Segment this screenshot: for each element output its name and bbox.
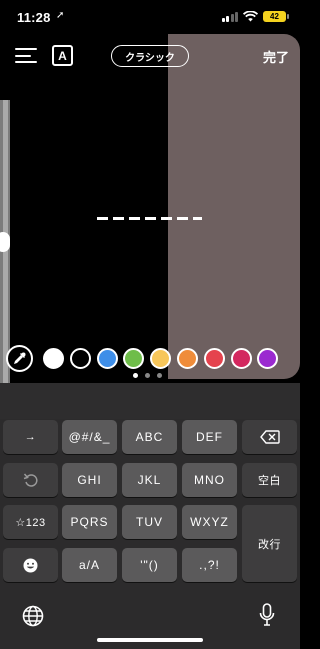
page-dot xyxy=(133,373,138,378)
done-button[interactable]: 完了 xyxy=(263,47,289,66)
color-swatch-pink[interactable] xyxy=(230,347,252,369)
microphone-icon[interactable] xyxy=(259,603,275,627)
keyboard-top-bar xyxy=(0,383,300,419)
keyboard: → @#/&_ ABC DEF GHI JKL MNO 空白 ☆123 PQRS… xyxy=(0,383,300,649)
text-background-button[interactable]: A xyxy=(52,45,73,66)
location-arrow-icon: ➚ xyxy=(56,10,65,21)
key-case-toggle[interactable]: a/A xyxy=(62,548,117,582)
emoji-icon xyxy=(23,558,38,572)
eyedropper-button[interactable] xyxy=(6,344,33,372)
story-card[interactable] xyxy=(10,34,300,379)
color-swatch-white[interactable] xyxy=(43,347,64,369)
text-align-icon[interactable] xyxy=(15,48,37,66)
undo-key[interactable] xyxy=(3,463,58,497)
status-time: 11:28 xyxy=(17,10,51,25)
color-picker xyxy=(6,344,300,372)
color-swatch-orange[interactable] xyxy=(176,347,198,369)
key-def[interactable]: DEF xyxy=(182,420,237,454)
undo-icon xyxy=(23,473,38,487)
story-photo xyxy=(168,34,300,379)
key-pqrs[interactable]: PQRS xyxy=(62,505,117,539)
color-swatch-yellow[interactable] xyxy=(150,347,172,369)
numbers-key[interactable]: ☆123 xyxy=(3,505,58,539)
emoji-key[interactable] xyxy=(3,548,58,582)
text-placeholder-cursor[interactable] xyxy=(97,217,202,220)
key-symbols[interactable]: @#/&_ xyxy=(62,420,117,454)
color-swatch-green[interactable] xyxy=(123,347,145,369)
key-punctuation[interactable]: .,?! xyxy=(182,548,237,582)
key-tuv[interactable]: TUV xyxy=(122,505,177,539)
key-quotes[interactable]: '"() xyxy=(122,548,177,582)
page-dot xyxy=(157,373,162,378)
key-jkl[interactable]: JKL xyxy=(122,463,177,497)
status-indicators: 42 xyxy=(221,11,289,22)
next-candidate-key[interactable]: → xyxy=(3,420,58,454)
home-indicator[interactable] xyxy=(97,638,203,642)
color-page-indicator xyxy=(133,373,162,378)
story-canvas[interactable] xyxy=(0,34,300,384)
globe-icon[interactable] xyxy=(22,605,44,627)
text-size-slider-handle[interactable] xyxy=(0,232,10,252)
color-swatch-blue[interactable] xyxy=(96,347,118,369)
delete-key[interactable] xyxy=(242,420,297,454)
cellular-signal-icon xyxy=(221,11,238,22)
color-swatch-purple[interactable] xyxy=(257,347,279,369)
eyedropper-icon xyxy=(14,352,26,364)
key-mno[interactable]: MNO xyxy=(182,463,237,497)
return-key[interactable]: 改行 xyxy=(242,505,297,582)
key-abc[interactable]: ABC xyxy=(122,420,177,454)
wifi-icon xyxy=(243,11,258,22)
key-wxyz[interactable]: WXYZ xyxy=(182,505,237,539)
page-dot xyxy=(145,373,150,378)
status-bar: 11:28 ➚ 42 xyxy=(0,0,300,34)
color-swatch-black[interactable] xyxy=(69,347,91,369)
battery-indicator: 42 xyxy=(263,11,289,22)
font-style-button[interactable]: クラシック xyxy=(111,45,189,67)
backspace-icon xyxy=(259,430,280,444)
color-swatch-red[interactable] xyxy=(203,347,225,369)
space-key[interactable]: 空白 xyxy=(242,463,297,497)
key-ghi[interactable]: GHI xyxy=(62,463,117,497)
